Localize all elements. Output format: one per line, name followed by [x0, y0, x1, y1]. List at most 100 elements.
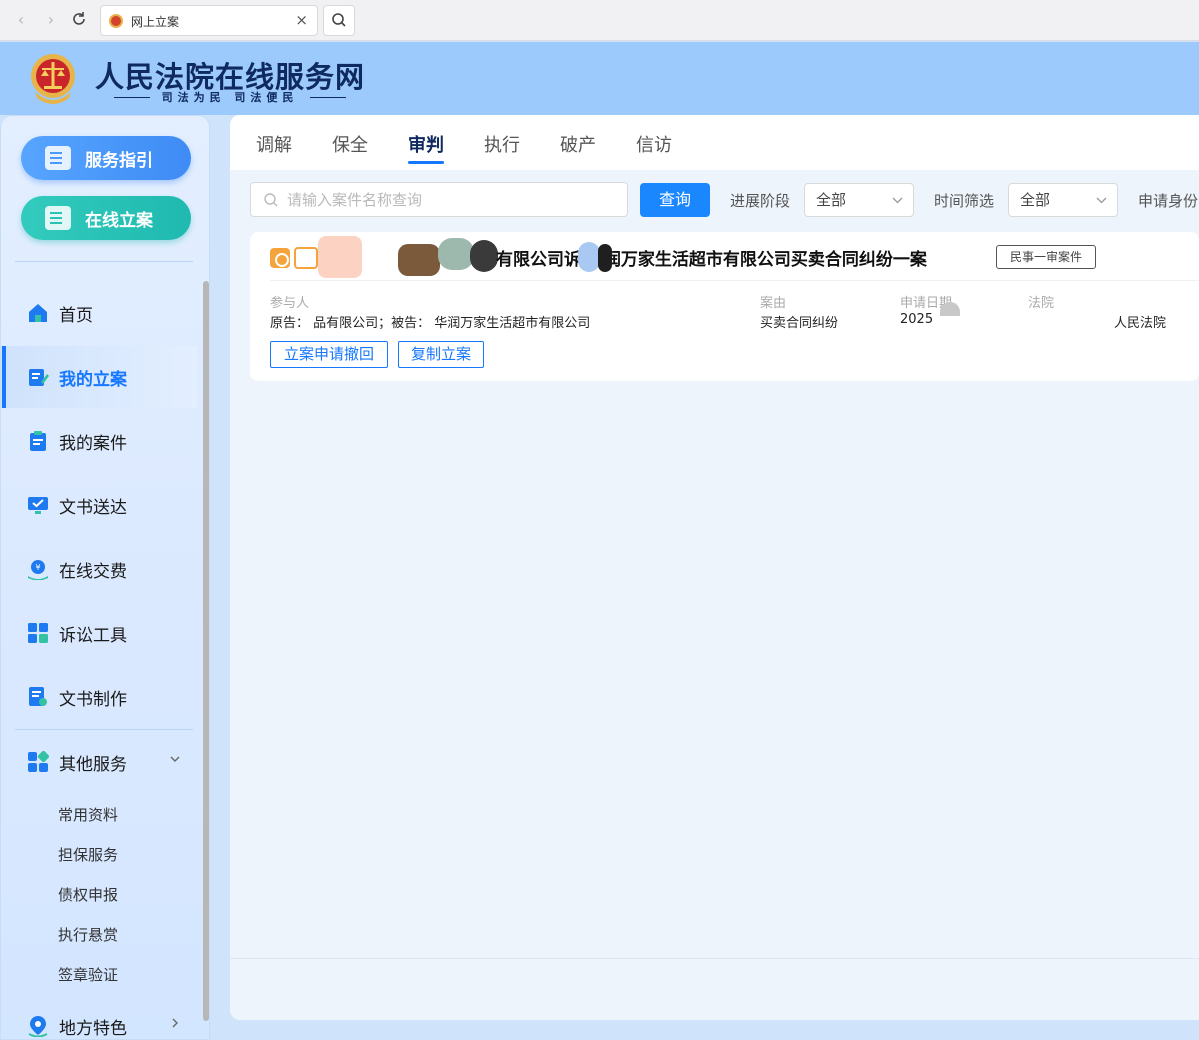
case-type-badge: 民事一审案件 [996, 245, 1096, 269]
stage-filter-label: 进展阶段 [730, 192, 791, 210]
sub-item-common-materials[interactable]: 常用资料 [58, 804, 118, 825]
sidebar-item-my-cases[interactable]: 我的案件 [1, 410, 197, 472]
sidebar-divider [15, 729, 193, 730]
case-search-box[interactable] [250, 182, 628, 217]
chevron-right-icon [169, 1017, 181, 1033]
guide-icon [45, 146, 71, 170]
time-filter-label: 时间筛选 [934, 192, 995, 210]
sidebar-item-label: 我的案件 [59, 433, 127, 454]
service-guide-label: 服务指引 [85, 150, 153, 171]
browser-tab[interactable]: 网上立案 × [100, 5, 318, 36]
tab-petition[interactable]: 信访 [636, 131, 672, 157]
sidebar-item-litigation-tools[interactable]: 诉讼工具 [1, 602, 197, 664]
sidebar-item-label: 首页 [59, 305, 93, 326]
site-slogan: 司法为民 司法便民 [95, 90, 365, 104]
sub-item-claim-declaration[interactable]: 债权申报 [58, 884, 118, 905]
tab-preservation[interactable]: 保全 [332, 131, 368, 157]
redaction-mark [940, 302, 960, 316]
reload-icon[interactable] [70, 11, 88, 29]
home-icon [29, 304, 47, 322]
sidebar-divider [15, 261, 193, 262]
redaction-mark [294, 247, 318, 269]
stage-select[interactable]: 全部 [804, 183, 914, 217]
online-filing-label: 在线立案 [85, 210, 153, 231]
close-tab-icon[interactable]: × [295, 11, 308, 29]
sidebar-item-label: 我的立案 [59, 369, 127, 390]
cause-value: 买卖合同纠纷 [760, 316, 839, 331]
court-value: 人民法院 [1114, 316, 1167, 331]
case-title[interactable]: 有限公司诉 华润万家生活超市有限公司买卖合同纠纷一案 [496, 245, 927, 270]
sidebar-item-local-features[interactable]: 地方特色 [1, 996, 197, 1040]
query-button[interactable]: 查询 [640, 183, 710, 217]
sidebar-item-other-services[interactable]: 其他服务 [1, 731, 197, 793]
search-icon [264, 193, 278, 207]
sub-item-signature-verification[interactable]: 签章验证 [58, 964, 118, 985]
redaction-mark [398, 244, 440, 276]
sidebar-item-label: 在线交费 [59, 561, 127, 582]
calculator-icon [28, 623, 48, 643]
redaction-mark [318, 236, 362, 278]
chevron-down-icon [892, 184, 903, 229]
back-icon[interactable]: ‹ [12, 11, 30, 29]
date-value: 2025 [900, 312, 934, 327]
tab-title: 网上立案 [131, 15, 180, 29]
tab-bankruptcy[interactable]: 破产 [560, 131, 596, 157]
identity-filter-label: 申请身份 [1138, 192, 1199, 210]
case-card: 有限公司诉 华润万家生活超市有限公司买卖合同纠纷一案 民事一审案件 参与人 原告… [250, 232, 1199, 381]
sidebar-item-label: 其他服务 [59, 754, 127, 775]
sidebar-scrollbar[interactable] [203, 281, 209, 1021]
chevron-down-icon [169, 753, 181, 769]
tab-mediation[interactable]: 调解 [256, 131, 292, 157]
svg-text:¥: ¥ [35, 563, 40, 572]
sidebar-item-home[interactable]: 首页 [1, 282, 197, 344]
location-icon [28, 1016, 48, 1037]
copy-filing-button[interactable]: 复制立案 [398, 341, 484, 368]
sidebar-item-label: 文书制作 [59, 689, 127, 710]
main-content: 调解 保全 审判 执行 破产 信访 查询 进展阶段 全部 时间筛选 全部 申请身… [230, 115, 1199, 1020]
participants-value: 原告： 品有限公司；被告： 华润万家生活超市有限公司 [270, 316, 591, 331]
monitor-check-icon [28, 497, 48, 514]
pagination-divider [230, 958, 1199, 959]
sub-item-guarantee-service[interactable]: 担保服务 [58, 844, 118, 865]
clipboard-icon [30, 431, 46, 451]
sub-item-execution-reward[interactable]: 执行悬赏 [58, 924, 118, 945]
court-favicon-icon [109, 14, 123, 28]
filing-edit-icon [45, 206, 71, 230]
stage-select-value: 全部 [816, 191, 847, 209]
chevron-down-icon [1096, 184, 1107, 229]
redaction-mark [470, 240, 498, 272]
sidebar-item-label: 诉讼工具 [59, 625, 127, 646]
court-emblem-icon [31, 54, 75, 104]
tab-execution[interactable]: 执行 [484, 131, 520, 157]
participants-label: 参与人 [270, 296, 310, 311]
payment-icon: ¥ [28, 560, 48, 580]
time-select[interactable]: 全部 [1008, 183, 1118, 217]
sidebar-item-document-drafting[interactable]: 文书制作 [1, 666, 197, 728]
document-search-icon [29, 687, 47, 706]
sidebar-item-my-filings[interactable]: 我的立案 [1, 346, 197, 408]
sidebar-item-document-delivery[interactable]: 文书送达 [1, 474, 197, 536]
sidebar: 服务指引 在线立案 首页 我的立案 我的案件 文书送达 ¥ 在线交费 诉讼工具 … [0, 115, 210, 1040]
time-select-value: 全部 [1020, 191, 1051, 209]
site-header: 人民法院在线服务网 司法为民 司法便民 [0, 42, 1199, 115]
sidebar-item-online-payment[interactable]: ¥ 在线交费 [1, 538, 197, 600]
redaction-mark [578, 242, 600, 272]
redaction-mark [598, 244, 612, 272]
tab-trial[interactable]: 审判 [408, 131, 444, 157]
card-divider [270, 280, 1199, 281]
sidebar-item-label: 文书送达 [59, 497, 127, 518]
browser-search-button[interactable] [323, 5, 355, 36]
withdraw-filing-button[interactable]: 立案申请撤回 [270, 341, 388, 368]
grid-icon [28, 751, 49, 772]
edit-icon [29, 369, 49, 386]
cause-label: 案由 [760, 296, 787, 311]
forward-icon[interactable]: › [42, 11, 60, 29]
redaction-mark [438, 238, 474, 270]
case-status-icon [270, 248, 290, 268]
category-tabs: 调解 保全 审判 执行 破产 信访 [230, 115, 1199, 170]
online-filing-button[interactable]: 在线立案 [21, 196, 191, 240]
browser-chrome: ‹ › 网上立案 × [0, 0, 1199, 41]
sidebar-item-label: 地方特色 [59, 1018, 127, 1039]
service-guide-button[interactable]: 服务指引 [21, 136, 191, 180]
case-search-input[interactable] [287, 189, 617, 211]
